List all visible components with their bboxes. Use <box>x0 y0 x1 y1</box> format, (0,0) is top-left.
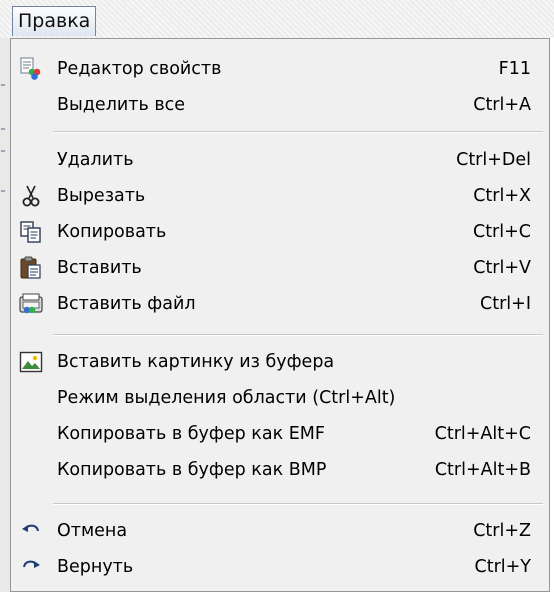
paste-icon <box>19 256 43 280</box>
edge-mark <box>1 190 5 192</box>
menu-item-label: Режим выделения области (Ctrl+Alt) <box>57 388 396 408</box>
menu-item-select-all[interactable]: Выделить все Ctrl+A <box>11 87 549 123</box>
menu-item-copy[interactable]: Копировать Ctrl+C <box>11 214 549 250</box>
menu-separator <box>53 503 543 505</box>
menu-item-area-select-mode[interactable]: Режим выделения области (Ctrl+Alt) <box>11 380 549 416</box>
menu-item-label: Редактор свойств <box>57 59 222 79</box>
menu-item-copy-emf[interactable]: Копировать в буфер как EMF Ctrl+Alt+C <box>11 416 549 452</box>
menu-item-insert-file[interactable]: Вставить файл Ctrl+I <box>11 286 549 322</box>
menu-bar: Правка <box>0 0 554 38</box>
edit-dropdown-menu: Редактор свойств F11 Выделить все Ctrl+A… <box>10 38 550 592</box>
background-window-edge <box>0 38 10 592</box>
menu-separator <box>53 334 543 336</box>
menu-item-label: Вставить картинку из буфера <box>57 352 335 372</box>
insert-picture-icon <box>19 350 43 374</box>
menu-item-undo[interactable]: Отмена Ctrl+Z <box>11 513 549 549</box>
menu-item-delete[interactable]: Удалить Ctrl+Del <box>11 142 549 178</box>
edge-mark <box>1 150 5 152</box>
menu-item-label: Вставить <box>57 258 142 278</box>
menu-item-insert-picture[interactable]: Вставить картинку из буфера <box>11 344 549 380</box>
menu-item-shortcut: Ctrl+C <box>472 222 531 242</box>
menu-item-shortcut: Ctrl+Alt+C <box>434 424 531 444</box>
insert-file-icon <box>19 292 43 316</box>
menu-item-label: Копировать в буфер как BMP <box>57 460 327 480</box>
menu-item-property-editor[interactable]: Редактор свойств F11 <box>11 51 549 87</box>
property-editor-icon <box>19 57 43 81</box>
menu-item-shortcut: Ctrl+A <box>473 95 531 115</box>
menu-item-label: Отмена <box>57 521 128 541</box>
redo-icon <box>19 555 43 579</box>
undo-icon <box>19 519 43 543</box>
menu-item-label: Удалить <box>57 150 134 170</box>
menu-item-shortcut: Ctrl+Y <box>474 557 532 577</box>
menu-separator <box>53 131 543 133</box>
menu-item-label: Копировать <box>57 222 167 242</box>
menu-item-label: Копировать в буфер как EMF <box>57 424 325 444</box>
menu-item-label: Выделить все <box>57 95 186 115</box>
menu-item-cut[interactable]: Вырезать Ctrl+X <box>11 178 549 214</box>
menu-item-label: Вставить файл <box>57 294 196 314</box>
menu-item-shortcut: Ctrl+Z <box>473 521 531 541</box>
menu-item-shortcut: Ctrl+X <box>473 186 531 206</box>
menu-item-redo[interactable]: Вернуть Ctrl+Y <box>11 549 549 585</box>
scissors-icon <box>19 184 43 208</box>
menu-title-pravka[interactable]: Правка <box>12 6 97 36</box>
menu-item-shortcut: Ctrl+Del <box>456 150 531 170</box>
menu-item-paste[interactable]: Вставить Ctrl+V <box>11 250 549 286</box>
copy-icon <box>19 220 43 244</box>
edge-mark <box>1 84 5 86</box>
menu-item-copy-bmp[interactable]: Копировать в буфер как BMP Ctrl+Alt+B <box>11 452 549 488</box>
menu-item-label: Вернуть <box>57 557 134 577</box>
edge-mark <box>1 128 5 130</box>
menu-item-shortcut: Ctrl+Alt+B <box>434 460 531 480</box>
menu-item-shortcut: F11 <box>498 59 531 79</box>
menu-item-shortcut: Ctrl+V <box>473 258 531 278</box>
menu-item-label: Вырезать <box>57 186 146 206</box>
menu-item-shortcut: Ctrl+I <box>480 294 531 314</box>
